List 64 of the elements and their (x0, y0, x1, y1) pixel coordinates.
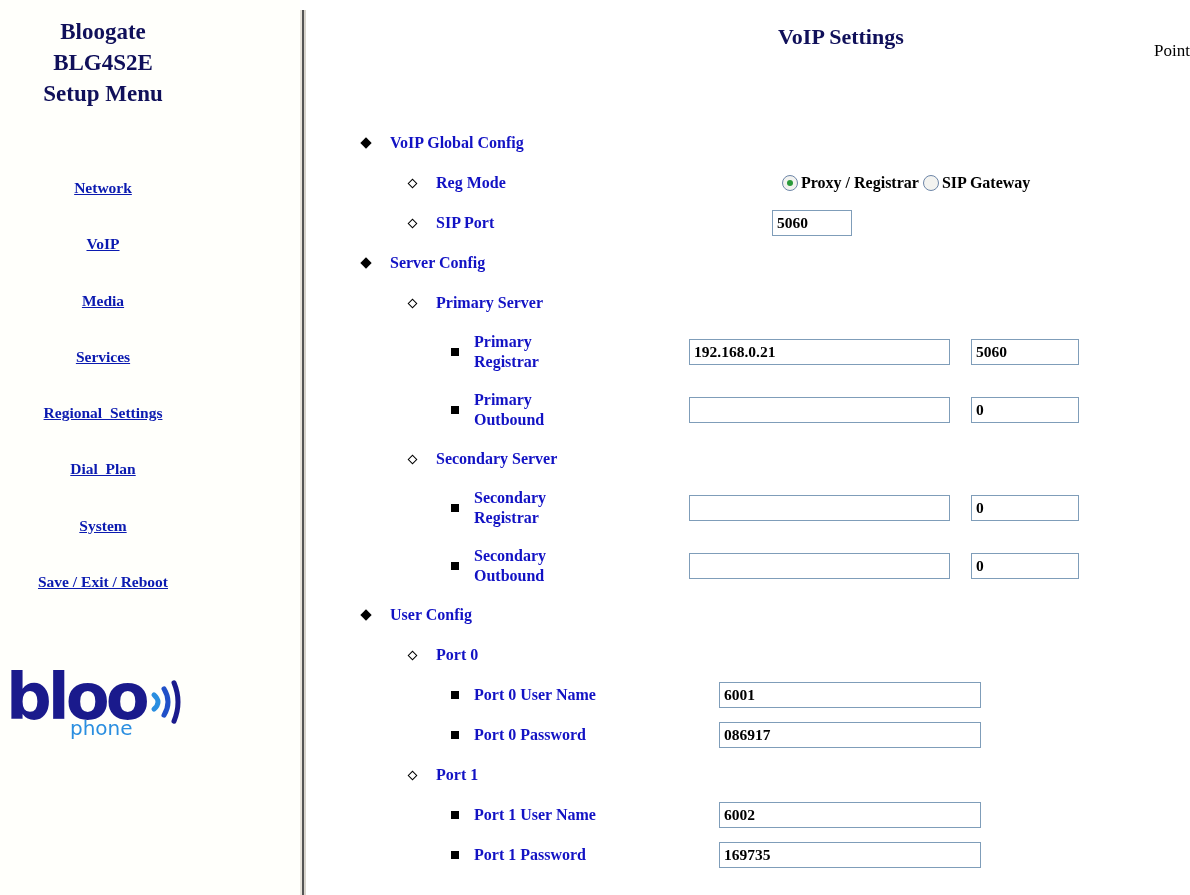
text-field[interactable]: 169735 (719, 842, 981, 868)
field-label: Secondary Registrar (474, 488, 547, 528)
nav-link[interactable]: Regional Settings (43, 401, 163, 425)
bullet-icon (407, 770, 418, 780)
port-field[interactable]: 5060 (772, 210, 852, 236)
field-label: Port 1 Password (474, 845, 587, 865)
nav-link[interactable]: VoIP (86, 232, 120, 256)
bullet-icon (451, 562, 459, 570)
bullet-icon (407, 454, 418, 464)
nav-link[interactable]: Save / Exit / Reboot (38, 569, 168, 593)
field-label: Primary Registrar (474, 332, 540, 372)
port-field[interactable]: 0 (971, 553, 1079, 579)
field-label: Secondary Outbound (474, 546, 547, 586)
field-label: Port 0 User Name (474, 685, 597, 705)
radio-label: SIP Gateway (941, 173, 1031, 194)
page-title: VoIP Settings (778, 23, 904, 51)
bullet-icon (451, 731, 459, 739)
bullet-icon (407, 218, 418, 228)
address-field[interactable] (689, 495, 950, 521)
bullet-icon (407, 178, 418, 188)
bullet-icon (407, 298, 418, 308)
menu-title: Bloogate (59, 18, 147, 46)
section-label: User Config (390, 605, 472, 625)
field-label: SIP Port (436, 213, 496, 233)
text-field[interactable]: 086917 (719, 722, 981, 748)
bullet-icon (451, 406, 459, 414)
address-field[interactable] (689, 397, 950, 423)
bullet-icon (451, 691, 459, 699)
nav-link[interactable]: System (79, 513, 127, 537)
radio-button[interactable] (922, 175, 939, 191)
nav-link[interactable]: Media (81, 288, 125, 312)
nav-link[interactable]: Services (75, 344, 131, 368)
nav-link[interactable]: Network (74, 176, 132, 200)
address-field[interactable] (689, 553, 950, 579)
field-label: Reg Mode (436, 173, 507, 193)
field-label: Port 1 (436, 765, 479, 785)
field-label: Port 0 Password (474, 725, 587, 745)
bullet-icon (360, 137, 372, 149)
bullet-icon (360, 609, 372, 621)
bullet-icon (451, 504, 459, 512)
field-label: Primary Outbound (474, 390, 546, 430)
port-field[interactable]: 0 (971, 495, 1079, 521)
field-label: Primary Server (436, 293, 544, 313)
radio-button[interactable] (782, 175, 798, 191)
menu-title: Setup Menu (42, 80, 164, 108)
radio-label: Proxy / Registrar (801, 173, 919, 194)
text-field[interactable]: 6002 (719, 802, 981, 828)
field-label: Port 0 (436, 645, 479, 665)
text-field[interactable]: 6001 (719, 682, 981, 708)
port-field[interactable]: 0 (971, 397, 1079, 423)
nav-link[interactable]: Dial Plan (70, 457, 136, 481)
address-field[interactable]: 192.168.0.21 (689, 339, 950, 365)
field-label: Port 1 User Name (474, 805, 597, 825)
bullet-icon (360, 257, 372, 269)
bullet-icon (451, 851, 459, 859)
section-label: Server Config (390, 253, 486, 273)
bullet-icon (451, 348, 459, 356)
bullet-icon (407, 650, 418, 660)
header-text: Point (1154, 40, 1190, 62)
field-label: Secondary Server (436, 449, 558, 469)
menu-title: BLG4S2E (52, 49, 154, 77)
port-field[interactable]: 5060 (971, 339, 1079, 365)
bullet-icon (451, 811, 459, 819)
section-label: VoIP Global Config (390, 133, 524, 153)
